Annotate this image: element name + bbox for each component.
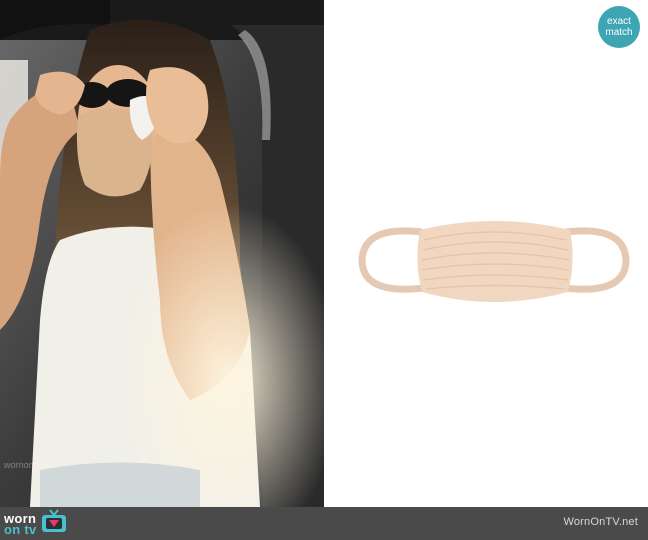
product-image <box>324 0 648 507</box>
episode-photo: wornontv.net <box>0 0 324 507</box>
badge-line2: match <box>605 27 633 38</box>
photo-watermark: wornontv.net <box>4 460 55 470</box>
site-url[interactable]: WornOnTV.net <box>563 516 638 528</box>
badge-line1: exact <box>607 16 631 27</box>
logo-line2: on tv <box>4 521 37 537</box>
exact-match-badge: exact match <box>598 6 640 48</box>
footer-bar: worn on tv WornOnTV.net <box>0 507 648 540</box>
site-logo[interactable]: worn on tv <box>4 509 67 538</box>
photo-illustration <box>0 0 324 507</box>
face-mask-illustration <box>358 221 630 302</box>
tv-icon <box>41 509 67 538</box>
